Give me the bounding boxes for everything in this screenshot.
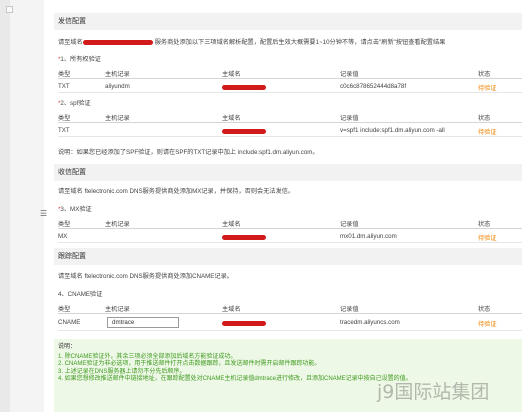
table-row: TXT v=spf1 include:spf1.dm.aliyun.com -a… xyxy=(58,125,522,137)
spf-table-header: 类型 主机记录 主域名 记录值 状态 xyxy=(58,111,522,123)
watermark: j9国际站集团 xyxy=(377,381,490,403)
sidebar-strip xyxy=(0,0,10,412)
cname-host-input[interactable]: dmtrace xyxy=(107,317,179,328)
list-item: 2. CNAME验证为非必选项，用于推送邮件打开点击数据跟踪，且发送邮件时需开启… xyxy=(58,361,321,368)
redacted-domain xyxy=(222,235,266,240)
ownership-table-header: 类型 主机记录 主域名 记录值 状态 xyxy=(58,67,522,79)
send-config-heading: 发信配置 xyxy=(54,13,522,30)
table-row: CNAME dmtrace tracedm.aliyuncs.com 待验证 xyxy=(58,317,522,331)
send-config-desc: 请至域名 服务商处添加以下三项域名解析配置，配置后生效大概需要1~10分钟不等，请… xyxy=(58,37,445,46)
redacted-domain xyxy=(222,321,266,326)
notes-title: 说明： xyxy=(58,344,77,350)
table-row: MX mx01.dm.aliyun.com 待验证 xyxy=(58,231,522,243)
desc-suffix: 服务商处添加以下三项域名解析配置，配置后生效大概需要1~10分钟不等，请点击"刷… xyxy=(154,39,446,46)
spf-note: 说明：如果您已经添加了SPF验证，则请在SPF的TXT记录中加上 include… xyxy=(58,149,319,156)
sidebar-checkbox-icon[interactable] xyxy=(6,6,13,13)
left-sidebar: ☰ xyxy=(0,0,47,412)
col-host: 主机记录 xyxy=(105,71,130,78)
col-type: 类型 xyxy=(58,71,71,78)
mx-subtitle: *3、MX验证 xyxy=(58,206,92,213)
redacted-domain xyxy=(82,40,153,45)
ownership-subtitle: *1、所有权验证 xyxy=(58,56,101,63)
domain-config-panel: 发信配置 请至域名 服务商处添加以下三项域名解析配置，配置后生效大概需要1~10分… xyxy=(54,0,527,412)
table-row: TXT aliyundm c0c6c878652444d8a78f 待验证 xyxy=(58,81,522,93)
tracking-config-heading: 跟踪配置 xyxy=(54,248,522,265)
mx-table-header: 类型 主机记录 主域名 记录值 状态 xyxy=(58,217,522,229)
tracking-config-desc: 请至域名 ftelectronic.com DNS服务提供商处添加CNAME记录… xyxy=(58,273,233,280)
redacted-domain xyxy=(222,85,266,90)
col-status: 状态 xyxy=(478,71,491,78)
receive-config-heading: 收信配置 xyxy=(54,164,522,181)
desc-prefix: 请至域名 xyxy=(58,39,83,46)
col-domain: 主域名 xyxy=(222,71,241,78)
cname-table-header: 类型 主机记录 主域名 记录值 状态 xyxy=(58,302,522,314)
menu-toggle-icon[interactable]: ☰ xyxy=(40,210,47,218)
cname-subtitle: 4、CNAME验证 xyxy=(58,291,103,298)
status-badge: 待验证 xyxy=(478,129,497,136)
receive-config-desc: 请至域名 ftelectronic.com DNS服务提供商处添加MX记录，并保… xyxy=(58,188,295,195)
redacted-domain xyxy=(222,129,266,134)
status-badge: 待验证 xyxy=(478,235,497,242)
status-badge: 待验证 xyxy=(478,85,497,92)
spf-subtitle: *2、spf验证 xyxy=(58,100,91,107)
col-value: 记录值 xyxy=(340,71,359,78)
status-badge: 待验证 xyxy=(478,321,497,328)
